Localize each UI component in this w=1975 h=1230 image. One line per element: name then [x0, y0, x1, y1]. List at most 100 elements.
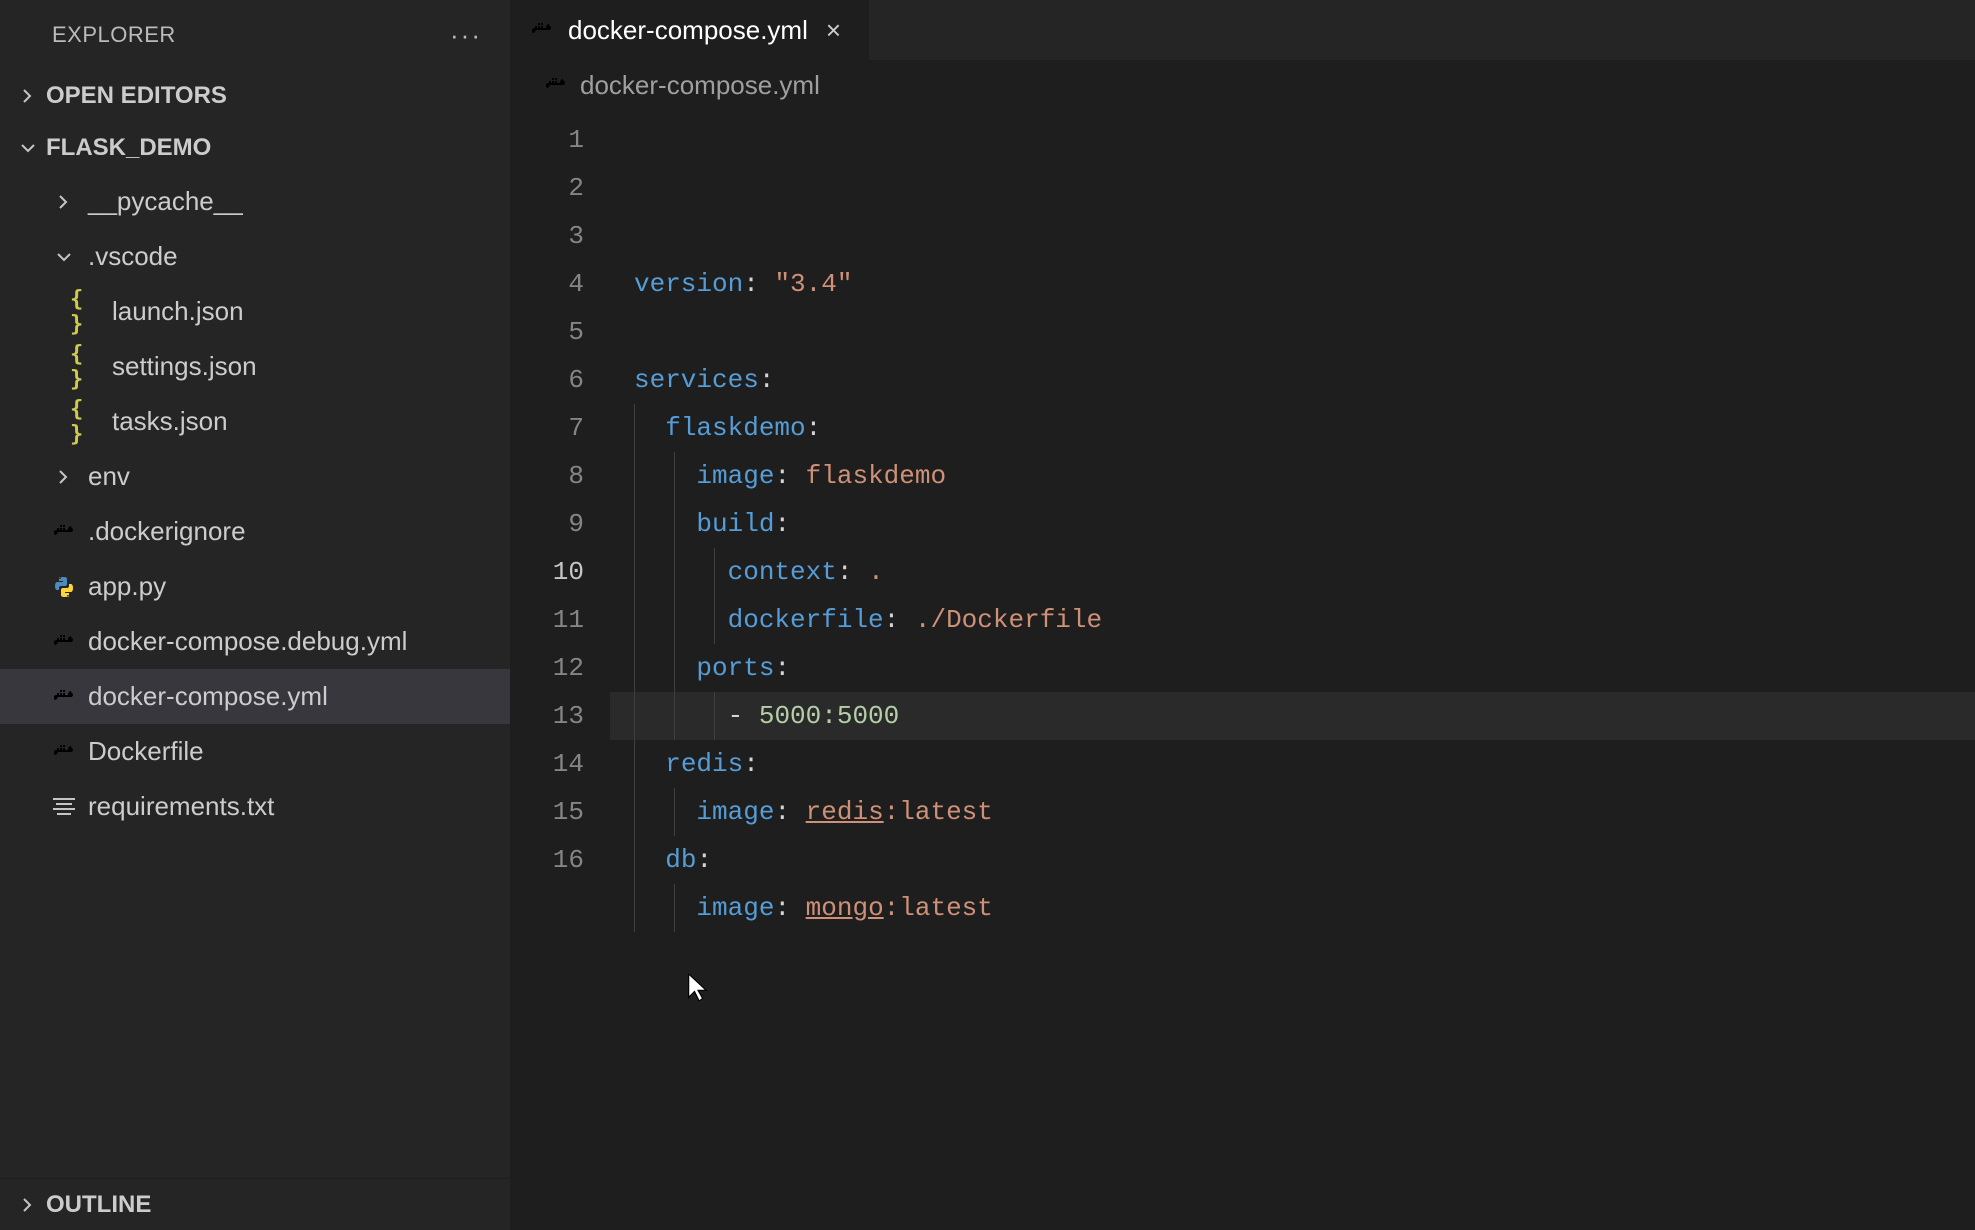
explorer-title: EXPLORER: [52, 22, 176, 48]
code-line[interactable]: ports:: [610, 644, 1975, 692]
file-row[interactable]: app.py: [0, 559, 510, 614]
indent-guide: [634, 644, 635, 692]
indent-guide: [674, 596, 675, 644]
code-line[interactable]: build:: [610, 500, 1975, 548]
tree-item-label: app.py: [88, 571, 166, 602]
whale-icon: [530, 18, 554, 42]
indent-guide: [634, 596, 635, 644]
code-line[interactable]: dockerfile: ./Dockerfile: [610, 596, 1975, 644]
code-line[interactable]: - 5000:5000: [610, 692, 1975, 740]
tree-item-label: .vscode: [88, 241, 178, 272]
code-line[interactable]: flaskdemo:: [610, 404, 1975, 452]
indent-guide: [714, 548, 715, 596]
folder-row[interactable]: env: [0, 449, 510, 504]
token-str: flaskdemo: [806, 461, 946, 491]
token-plain: :: [759, 365, 775, 395]
file-row[interactable]: .dockerignore: [0, 504, 510, 559]
chevron-down-icon: [46, 247, 82, 267]
token-plain: [634, 509, 696, 539]
token-plain: :: [837, 557, 868, 587]
indent-guide: [714, 692, 715, 740]
token-key: version: [634, 269, 743, 299]
tree-item-label: docker-compose.yml: [88, 681, 328, 712]
token-key: db: [665, 845, 696, 875]
file-row[interactable]: { }settings.json: [0, 339, 510, 394]
token-plain: :: [743, 269, 774, 299]
code-line[interactable]: db:: [610, 836, 1975, 884]
indent-guide: [674, 788, 675, 836]
breadcrumb[interactable]: docker-compose.yml: [510, 60, 1975, 110]
whale-icon: [544, 73, 568, 97]
line-number: 4: [510, 260, 584, 308]
token-plain: :: [774, 461, 805, 491]
code-line[interactable]: context: .: [610, 548, 1975, 596]
indent-guide: [634, 836, 635, 884]
token-key: dockerfile: [728, 605, 884, 635]
indent-guide: [634, 740, 635, 788]
code-line[interactable]: [610, 308, 1975, 356]
code-line[interactable]: image: redis:latest: [610, 788, 1975, 836]
indent-guide: [674, 500, 675, 548]
chevron-right-icon: [46, 467, 82, 487]
more-actions-icon[interactable]: ···: [450, 20, 482, 51]
code-line[interactable]: version: "3.4": [610, 260, 1975, 308]
file-row[interactable]: docker-compose.yml: [0, 669, 510, 724]
json-icon: { }: [70, 342, 106, 392]
line-number: 9: [510, 500, 584, 548]
file-row[interactable]: requirements.txt: [0, 779, 510, 834]
token-plain: :: [774, 653, 790, 683]
file-row[interactable]: Dockerfile: [0, 724, 510, 779]
token-key: services: [634, 365, 759, 395]
code-line[interactable]: [610, 980, 1975, 1028]
token-str: .: [868, 557, 884, 587]
indent-guide: [634, 452, 635, 500]
token-plain: [634, 413, 665, 443]
file-row[interactable]: { }tasks.json: [0, 394, 510, 449]
token-key: image: [696, 461, 774, 491]
code-content[interactable]: version: "3.4" services: flaskdemo: image…: [610, 110, 1975, 1230]
tab-docker-compose[interactable]: docker-compose.yml ×: [510, 0, 870, 60]
token-str: "3.4": [774, 269, 852, 299]
token-str: :latest: [884, 797, 993, 827]
line-number: 12: [510, 644, 584, 692]
token-plain: [634, 461, 696, 491]
code-line[interactable]: services:: [610, 356, 1975, 404]
token-plain: [634, 749, 665, 779]
token-plain: :: [774, 509, 790, 539]
folder-row[interactable]: .vscode: [0, 229, 510, 284]
breadcrumb-label: docker-compose.yml: [580, 70, 820, 101]
editor-area: docker-compose.yml × docker-compose.yml …: [510, 0, 1975, 1230]
token-plain: :: [774, 893, 805, 923]
explorer-header: EXPLORER ···: [0, 0, 510, 70]
token-num: 5000:5000: [759, 701, 899, 731]
code-area[interactable]: 12345678910111213141516 version: "3.4"se…: [510, 110, 1975, 1230]
folder-row[interactable]: __pycache__: [0, 174, 510, 229]
python-icon: [46, 575, 82, 599]
indent-guide: [714, 596, 715, 644]
json-icon: { }: [70, 397, 106, 447]
code-line[interactable]: image: mongo:latest: [610, 884, 1975, 932]
tree-item-label: docker-compose.debug.yml: [88, 626, 407, 657]
file-row[interactable]: { }launch.json: [0, 284, 510, 339]
line-number: 7: [510, 404, 584, 452]
line-number: 3: [510, 212, 584, 260]
project-section[interactable]: FLASK_DEMO: [0, 122, 510, 174]
outline-section[interactable]: OUTLINE: [0, 1178, 510, 1230]
indent-guide: [674, 692, 675, 740]
line-number: 14: [510, 740, 584, 788]
code-line[interactable]: [610, 932, 1975, 980]
file-row[interactable]: docker-compose.debug.yml: [0, 614, 510, 669]
line-number: 11: [510, 596, 584, 644]
token-key: image: [696, 797, 774, 827]
open-editors-section[interactable]: OPEN EDITORS: [0, 70, 510, 122]
token-plain: [634, 797, 696, 827]
indent-guide: [634, 692, 635, 740]
code-line[interactable]: redis:: [610, 740, 1975, 788]
tree-item-label: Dockerfile: [88, 736, 204, 767]
code-line[interactable]: image: flaskdemo: [610, 452, 1975, 500]
tab-bar: docker-compose.yml ×: [510, 0, 1975, 60]
tree-item-label: .dockerignore: [88, 516, 246, 547]
chevron-right-icon: [18, 1195, 46, 1215]
indent-guide: [634, 884, 635, 932]
close-icon[interactable]: ×: [822, 15, 845, 46]
